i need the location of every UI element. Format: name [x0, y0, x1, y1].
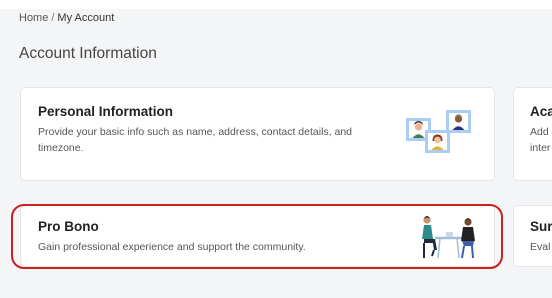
- breadcrumb-current: My Account: [57, 12, 115, 24]
- academic-card[interactable]: Aca Add inter: [513, 87, 552, 181]
- survey-card[interactable]: Sur Eval: [513, 205, 552, 267]
- top-bar: [0, 0, 552, 9]
- profile-photos-illustration: [406, 110, 471, 153]
- card-description: Provide your basic info such as name, ad…: [38, 126, 353, 154]
- breadcrumb-home-link[interactable]: Home: [19, 12, 48, 24]
- breadcrumb-separator: /: [51, 12, 55, 24]
- personal-information-card[interactable]: Personal Information Provide your basic …: [20, 87, 495, 181]
- card-title: Sur: [530, 219, 552, 234]
- pro-bono-card[interactable]: Pro Bono Gain professional experience an…: [20, 205, 495, 267]
- card-description-line2: inter: [530, 142, 551, 154]
- breadcrumb: Home / My Account: [19, 12, 114, 24]
- card-description: Eval: [530, 241, 551, 253]
- card-title: Aca: [530, 104, 552, 119]
- card-description-line1: Add: [530, 126, 549, 138]
- card-title: Personal Information: [38, 104, 174, 119]
- people-at-table-illustration: [422, 216, 475, 259]
- card-title: Pro Bono: [38, 219, 99, 234]
- page-title: Account Information: [19, 45, 157, 62]
- card-description: Gain professional experience and support…: [38, 241, 306, 253]
